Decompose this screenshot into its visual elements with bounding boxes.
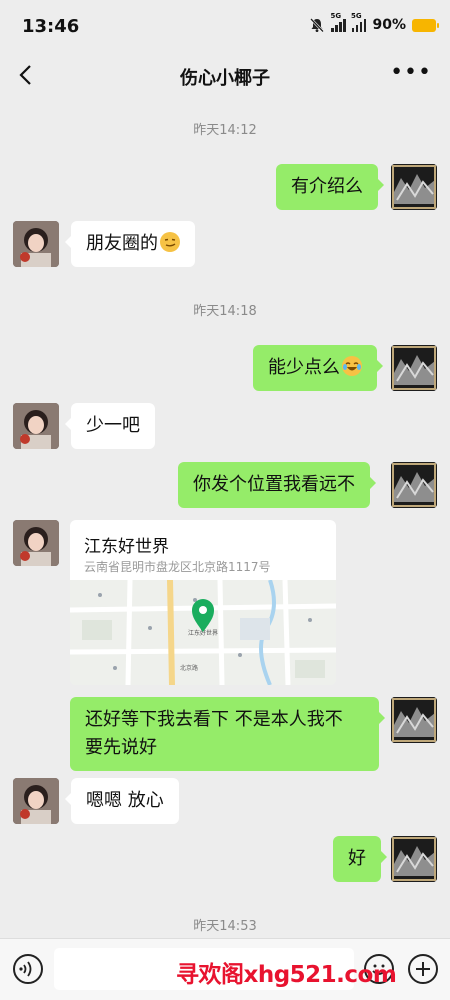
- message-line: 还好等下我去看下 不是本人我不: [85, 709, 343, 730]
- voice-input-icon[interactable]: [13, 954, 43, 984]
- message-bubble-received[interactable]: 嗯嗯 放心: [65, 778, 179, 824]
- location-map: 北京路 江东好世界: [70, 580, 336, 685]
- message-bubble-sent[interactable]: 能少点么: [253, 345, 383, 391]
- my-avatar[interactable]: [391, 462, 437, 508]
- message-text: 能少点么: [268, 357, 340, 378]
- message-bubble-sent[interactable]: 还好等下我去看下 不是本人我不 要先说好: [70, 697, 385, 771]
- location-address: 云南省昆明市盘龙区北京路1117号: [84, 560, 271, 574]
- message-line: 要先说好: [85, 737, 157, 758]
- contact-avatar[interactable]: [13, 520, 59, 566]
- message-bubble-sent[interactable]: 好: [333, 836, 387, 882]
- more-options-icon[interactable]: •••: [390, 60, 432, 85]
- add-attachment-icon[interactable]: [408, 954, 438, 984]
- my-avatar[interactable]: [391, 345, 437, 391]
- my-avatar[interactable]: [391, 836, 437, 882]
- battery-percent: 90%: [372, 17, 406, 33]
- signal-icon: 5G: [330, 12, 346, 32]
- message-bubble-received[interactable]: 朋友圈的: [65, 221, 195, 267]
- contact-avatar[interactable]: [13, 403, 59, 449]
- status-icons: 5G 5G 90%: [309, 12, 439, 33]
- timestamp: 昨天14:18: [193, 304, 257, 319]
- timestamp: 昨天14:53: [193, 919, 257, 934]
- smirk-emoji-icon: [160, 232, 180, 252]
- message-bubble-received[interactable]: 少一吧: [65, 403, 155, 449]
- my-avatar[interactable]: [391, 164, 437, 210]
- message-bubble-sent[interactable]: 你发个位置我看远不: [178, 462, 376, 508]
- my-avatar[interactable]: [391, 697, 437, 743]
- status-bar: 13:46 5G 5G 90%: [0, 0, 450, 52]
- message-bubble-sent[interactable]: 有介绍么: [276, 164, 384, 210]
- mute-bell-icon: [310, 18, 325, 33]
- watermark: 寻欢阁xhg521.com: [176, 962, 397, 988]
- status-time: 13:46: [22, 16, 80, 37]
- contact-avatar[interactable]: [13, 778, 59, 824]
- location-card[interactable]: 江东好世界 云南省昆明市盘龙区北京路1117号 北京路 江东好世界: [70, 520, 336, 685]
- location-title: 江东好世界: [84, 537, 169, 557]
- chat-header: 伤心小椰子 •••: [0, 52, 450, 100]
- chat-title: 伤心小椰子: [180, 68, 270, 89]
- tears-of-joy-emoji-icon: [342, 356, 362, 376]
- timestamp: 昨天14:12: [193, 123, 257, 138]
- message-text: 朋友圈的: [86, 233, 158, 254]
- battery-icon: [412, 18, 439, 32]
- contact-avatar[interactable]: [13, 221, 59, 267]
- signal-icon: 5G: [351, 12, 367, 32]
- map-road-label: 北京路: [180, 664, 198, 672]
